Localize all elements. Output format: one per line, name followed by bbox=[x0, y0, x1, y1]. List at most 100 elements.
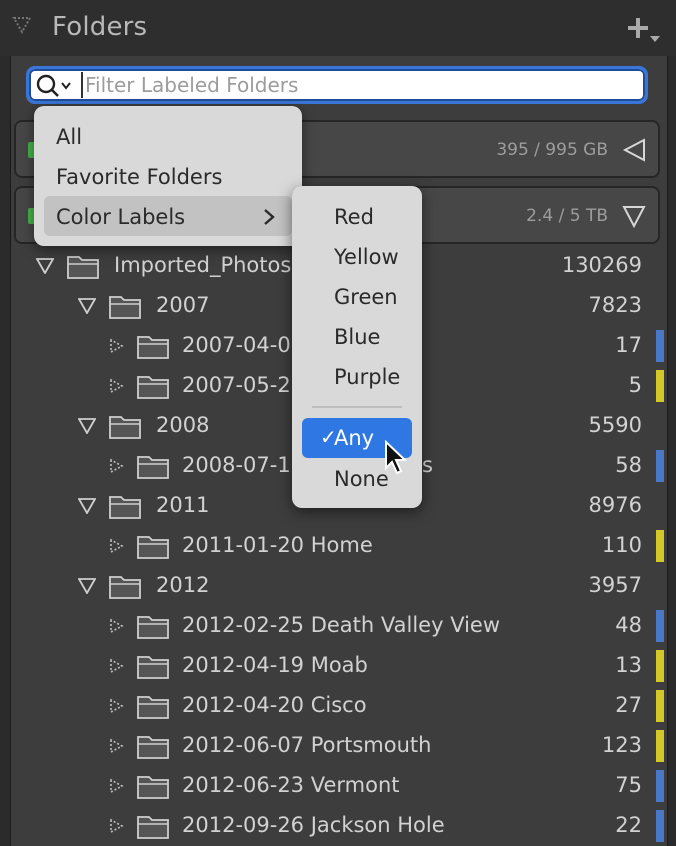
search-icon[interactable] bbox=[35, 73, 77, 99]
menu-item-none[interactable]: None bbox=[334, 467, 389, 491]
mouse-pointer-icon bbox=[385, 440, 408, 475]
expanded-triangle-icon[interactable] bbox=[622, 204, 646, 228]
folder-icon bbox=[109, 496, 141, 519]
folder-row[interactable]: 2012-06-07 Portsmouth 123 bbox=[10, 726, 666, 766]
expand-triangle-icon[interactable] bbox=[78, 298, 96, 314]
photo-count: 22 bbox=[615, 813, 642, 837]
photo-count: 5 bbox=[628, 373, 642, 397]
panel-title: Folders bbox=[52, 12, 148, 42]
folder-name: 2012-04-19 Moab bbox=[182, 653, 368, 677]
color-label-bar bbox=[656, 450, 664, 482]
color-label-bar bbox=[656, 730, 664, 762]
expand-triangle-icon[interactable] bbox=[78, 578, 96, 594]
folder-name: 2012-09-26 Jackson Hole bbox=[182, 813, 445, 837]
color-label-bar bbox=[656, 650, 664, 682]
expand-triangle-icon[interactable] bbox=[36, 258, 54, 274]
collapse-triangle-icon[interactable] bbox=[12, 16, 32, 34]
folder-row[interactable]: 2012-04-19 Moab 13 bbox=[10, 646, 666, 686]
photo-count: 75 bbox=[615, 773, 642, 797]
volume-size: 395 / 995 GB bbox=[496, 140, 608, 160]
folder-name: 2007-05-2 bbox=[182, 373, 291, 397]
color-label-bar bbox=[656, 330, 664, 362]
folder-icon bbox=[137, 816, 169, 839]
folder-icon bbox=[137, 456, 169, 479]
photo-count: 5590 bbox=[588, 413, 642, 437]
folder-icon bbox=[137, 536, 169, 559]
folder-name: 2011-01-20 Home bbox=[182, 533, 373, 557]
leaf-triangle-dotted-icon bbox=[110, 658, 124, 674]
color-label-bar bbox=[656, 530, 664, 562]
folder-name: 2012-02-25 Death Valley View bbox=[182, 613, 501, 637]
folder-icon bbox=[137, 336, 169, 359]
menu-item-red[interactable]: Red bbox=[334, 205, 374, 229]
leaf-triangle-dotted-icon bbox=[110, 818, 124, 834]
menu-item-all[interactable]: All bbox=[56, 125, 82, 149]
folder-row[interactable]: 2012-09-26 Jackson Hole 22 bbox=[10, 806, 666, 846]
photo-count: 3957 bbox=[588, 573, 642, 597]
color-label-bar bbox=[656, 610, 664, 642]
photo-count: 110 bbox=[601, 533, 642, 557]
folder-name: 2011 bbox=[156, 493, 210, 517]
volume-size: 2.4 / 5 TB bbox=[526, 206, 608, 226]
leaf-triangle-dotted-icon bbox=[110, 378, 124, 394]
expand-triangle-icon[interactable] bbox=[78, 498, 96, 514]
submenu-chevron-icon bbox=[264, 209, 275, 225]
photo-count: 130269 bbox=[561, 253, 642, 277]
photo-count: 27 bbox=[615, 693, 642, 717]
photo-count: 8976 bbox=[588, 493, 642, 517]
photo-count: 17 bbox=[615, 333, 642, 357]
folder-icon bbox=[109, 296, 141, 319]
folder-row[interactable]: 2012-06-23 Vermont 75 bbox=[10, 766, 666, 806]
folder-name-tail: s bbox=[422, 453, 433, 477]
leaf-triangle-dotted-icon bbox=[110, 618, 124, 634]
folder-name: 2008-07-1 bbox=[182, 453, 291, 477]
menu-item-any-label: Any bbox=[334, 426, 375, 450]
photo-count: 13 bbox=[615, 653, 642, 677]
leaf-triangle-dotted-icon bbox=[110, 338, 124, 354]
folder-name: 2012-04-20 Cisco bbox=[182, 693, 367, 717]
folder-name: 2012 bbox=[156, 573, 210, 597]
expand-triangle-icon[interactable] bbox=[78, 418, 96, 434]
folder-name: 2008 bbox=[156, 413, 210, 437]
photo-count: 7823 bbox=[588, 293, 642, 317]
photo-count: 58 bbox=[615, 453, 642, 477]
folder-name: Imported_Photos bbox=[114, 253, 292, 277]
add-folder-plus-icon[interactable] bbox=[626, 14, 666, 48]
photo-count: 123 bbox=[601, 733, 642, 757]
folder-icon bbox=[137, 376, 169, 399]
collapsed-triangle-icon[interactable] bbox=[622, 138, 646, 162]
folder-icon bbox=[137, 656, 169, 679]
folder-icon bbox=[137, 776, 169, 799]
menu-item-purple[interactable]: Purple bbox=[334, 365, 400, 389]
folder-name: 2007 bbox=[156, 293, 210, 317]
leaf-triangle-dotted-icon bbox=[110, 698, 124, 714]
folder-name: 2012-06-07 Portsmouth bbox=[182, 733, 432, 757]
menu-separator bbox=[312, 406, 402, 408]
menu-item-yellow[interactable]: Yellow bbox=[334, 245, 399, 269]
filter-menu: All Favorite Folders Color Labels bbox=[34, 106, 302, 246]
folder-row[interactable]: 2012 3957 bbox=[10, 566, 666, 606]
folder-icon bbox=[137, 616, 169, 639]
folder-row[interactable]: 2011-01-20 Home 110 bbox=[10, 526, 666, 566]
folder-row[interactable]: 2012-04-20 Cisco 27 bbox=[10, 686, 666, 726]
photo-count: 48 bbox=[615, 613, 642, 637]
menu-item-color-labels[interactable]: Color Labels bbox=[56, 205, 185, 229]
menu-item-blue[interactable]: Blue bbox=[334, 325, 380, 349]
leaf-triangle-dotted-icon bbox=[110, 738, 124, 754]
folder-row[interactable]: 2012-02-25 Death Valley View 48 bbox=[10, 606, 666, 646]
leaf-triangle-dotted-icon bbox=[110, 458, 124, 474]
color-label-bar bbox=[656, 810, 664, 842]
menu-item-green[interactable]: Green bbox=[334, 285, 398, 309]
folder-icon bbox=[137, 736, 169, 759]
folder-name: 2007-04-0 bbox=[182, 333, 291, 357]
color-label-bar bbox=[656, 370, 664, 402]
filter-search-box[interactable] bbox=[26, 66, 648, 104]
folder-name: 2012-06-23 Vermont bbox=[182, 773, 400, 797]
color-label-bar bbox=[656, 690, 664, 722]
filter-input[interactable] bbox=[81, 72, 635, 98]
leaf-triangle-dotted-icon bbox=[110, 778, 124, 794]
color-label-bar bbox=[656, 770, 664, 802]
menu-item-favorite-folders[interactable]: Favorite Folders bbox=[56, 165, 222, 189]
folder-icon bbox=[67, 256, 99, 279]
folder-icon bbox=[137, 696, 169, 719]
